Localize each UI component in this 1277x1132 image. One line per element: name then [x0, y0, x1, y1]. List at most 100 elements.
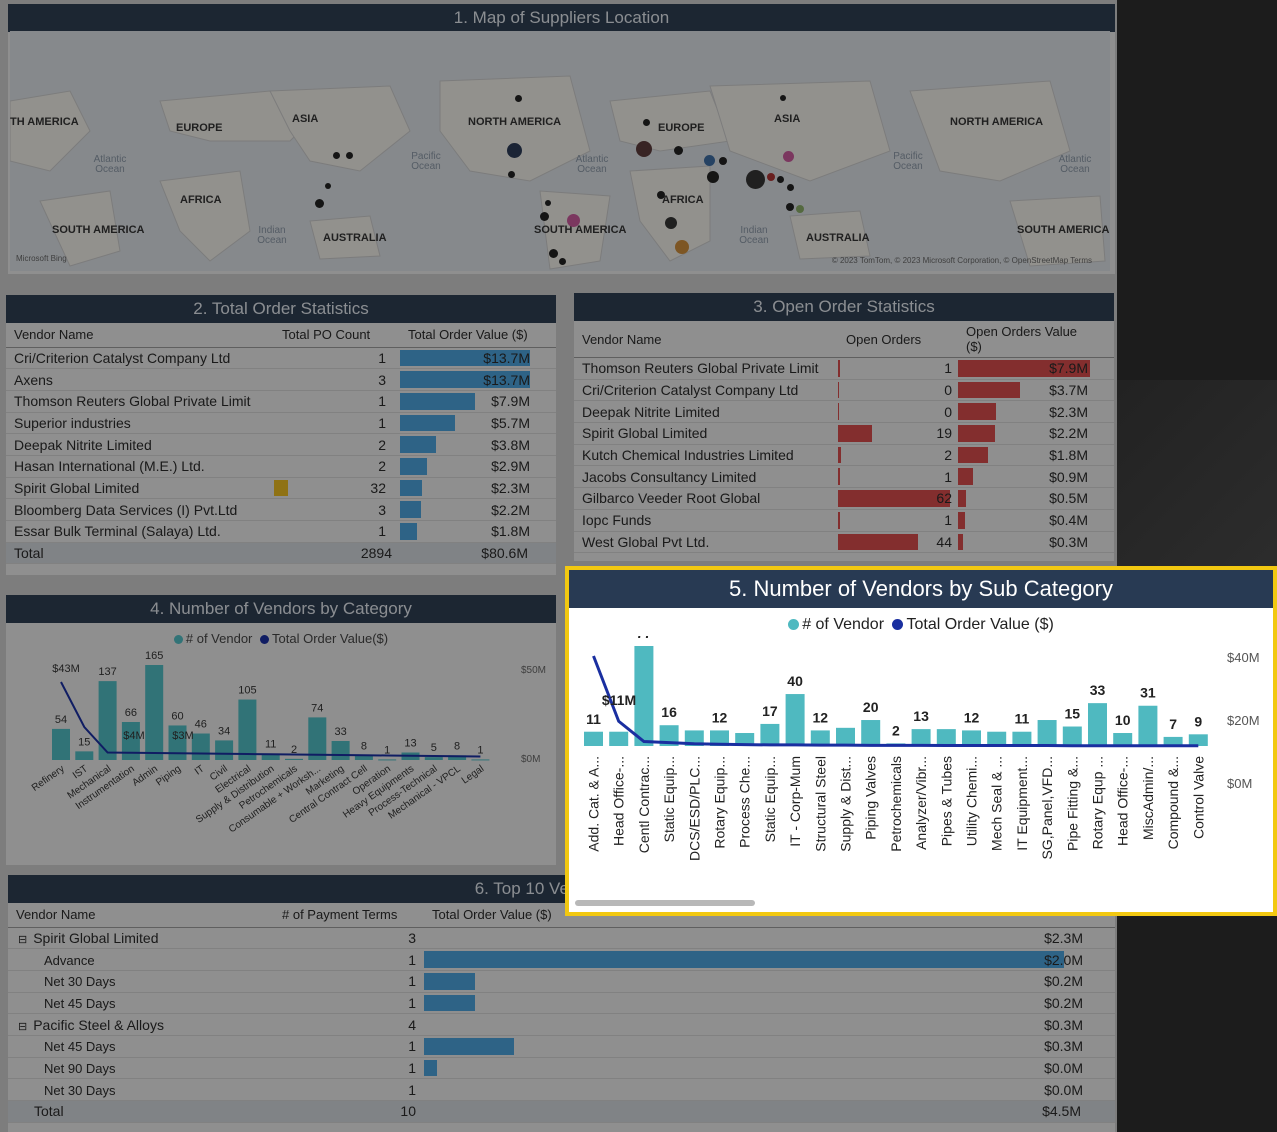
table-row[interactable]: Net 45 Days 1 $0.2M — [8, 992, 1115, 1015]
chart-bar[interactable] — [424, 757, 443, 760]
chart-bar[interactable] — [1088, 703, 1107, 746]
chart-bar[interactable] — [98, 681, 117, 760]
column-header[interactable]: Open Orders — [838, 321, 958, 358]
map-pin[interactable] — [675, 240, 689, 254]
chart-bar[interactable] — [308, 717, 327, 760]
chart-bar[interactable] — [1188, 734, 1208, 746]
chart-bar[interactable] — [1062, 726, 1082, 746]
table-row[interactable]: Gilbarco Veeder Root Global 62 $0.5M — [574, 487, 1114, 510]
chart-bar[interactable] — [145, 665, 164, 760]
map-pin[interactable] — [787, 184, 794, 191]
map-pin[interactable] — [704, 155, 715, 166]
sub-category-chart[interactable]: Add. Cat. & A... Head Office-... Centl Con… — [569, 636, 1273, 911]
table-row[interactable]: Bloomberg Data Services (I) Pvt.Ltd 3 $2.2… — [6, 498, 556, 521]
map-pin[interactable] — [333, 152, 340, 159]
map-pin[interactable] — [507, 143, 522, 158]
column-header[interactable]: Total PO Count — [274, 323, 400, 348]
map-pin[interactable] — [636, 141, 652, 157]
chart-bar[interactable] — [285, 758, 303, 760]
table-row[interactable]: West Global Pvt Ltd. 44 $0.3M — [574, 531, 1114, 554]
chart-bar[interactable] — [1012, 731, 1032, 746]
chart-bar[interactable] — [378, 759, 397, 761]
chart-bar[interactable] — [836, 727, 855, 746]
map-copyright[interactable]: © 2023 TomTom, © 2023 Microsoft Corporat… — [832, 256, 1092, 265]
map-pin[interactable] — [346, 152, 353, 159]
chart-bar[interactable] — [760, 723, 780, 746]
table-row[interactable]: Thomson Reuters Global Private Limit 1 $7.… — [6, 390, 556, 413]
chart-bar[interactable] — [987, 731, 1007, 746]
column-header[interactable]: Vendor Name — [574, 321, 838, 358]
table-row[interactable]: Deepak Nitrite Limited 0 $2.3M — [574, 400, 1114, 424]
chart-bar[interactable] — [962, 730, 981, 746]
map-pin[interactable] — [783, 151, 794, 162]
map-pin[interactable] — [657, 191, 665, 199]
table-row[interactable]: Jacobs Consultancy Limited 1 $0.9M — [574, 465, 1114, 489]
vendors-category-chart[interactable]: 54Refinery15IST137Mechanical66Instrument… — [6, 647, 556, 862]
map-pin[interactable] — [665, 217, 677, 229]
table-row[interactable]: Hasan International (M.E.) Ltd. 2 $2.9M — [6, 455, 556, 478]
map-pin[interactable] — [540, 212, 549, 221]
chart-bar[interactable] — [584, 731, 603, 746]
column-header[interactable]: Vendor Name — [8, 903, 274, 928]
group-row[interactable]: ⊟ Pacific Steel & Alloys 4 $0.3M — [8, 1013, 1115, 1036]
chart-bar[interactable] — [861, 720, 881, 746]
map-pin[interactable] — [643, 119, 650, 126]
chart-bar[interactable] — [331, 741, 350, 760]
map-pin[interactable] — [567, 214, 580, 227]
table-row[interactable]: Net 30 Days 1 $0.0M — [8, 1078, 1115, 1101]
table-row[interactable]: Superior industries 1 $5.7M — [6, 412, 556, 435]
table-row[interactable]: Kutch Chemical Industries Limited 2 $1.8M — [574, 444, 1114, 467]
table-row[interactable]: Axens 3 $13.7M — [6, 368, 556, 391]
chart-bar[interactable] — [215, 740, 234, 760]
chart-bar[interactable] — [238, 699, 257, 760]
map-pin[interactable] — [325, 183, 331, 189]
chart-bar[interactable] — [471, 759, 490, 761]
map-pin[interactable] — [549, 249, 558, 258]
table-row[interactable]: Spirit Global Limited 19 $2.2M — [574, 422, 1114, 445]
column-header[interactable]: # of Payment Terms — [274, 903, 424, 928]
table-row[interactable]: Essar Bulk Terminal (Salaya) Ltd. 1 $1.8M — [6, 520, 556, 543]
chart-bar[interactable] — [1037, 720, 1057, 746]
column-header[interactable]: Open Orders Value ($) — [958, 321, 1094, 358]
table-row[interactable]: Cri/Criterion Catalyst Company Ltd 1 $13.7… — [6, 347, 556, 370]
column-header[interactable]: Total Order Value ($) — [400, 323, 536, 348]
map-pin[interactable] — [796, 205, 804, 213]
map-pin[interactable] — [559, 258, 566, 265]
collapse-icon[interactable]: ⊟ — [18, 1021, 27, 1033]
map-pin[interactable] — [786, 203, 794, 211]
column-header[interactable]: Vendor Name — [6, 323, 274, 348]
chart-bar[interactable] — [911, 729, 931, 746]
chart-bar[interactable] — [52, 728, 70, 760]
chart-bar[interactable] — [1138, 705, 1158, 746]
chart-bar[interactable] — [191, 733, 210, 760]
table-row[interactable]: Advance 1 $2.0M — [8, 948, 1115, 971]
map-pin[interactable] — [777, 176, 784, 183]
map-pin[interactable] — [545, 200, 551, 206]
group-row[interactable]: ⊟ Spirit Global Limited 3 $2.3M — [8, 927, 1115, 950]
supplier-map[interactable]: TH AMERICA EUROPE ASIA AFRICA SOUTH AMER… — [10, 31, 1110, 271]
chart-bar[interactable] — [936, 729, 956, 746]
table-row[interactable]: Thomson Reuters Global Private Limit 1 $7.… — [574, 357, 1114, 380]
collapse-icon[interactable]: ⊟ — [18, 934, 27, 946]
map-pin[interactable] — [746, 170, 765, 189]
table-row[interactable]: Net 45 Days 1 $0.3M — [8, 1035, 1115, 1058]
table-row[interactable]: Net 30 Days 1 $0.2M — [8, 970, 1115, 993]
map-pin[interactable] — [515, 95, 522, 102]
map-pin[interactable] — [767, 173, 775, 181]
chart-bar[interactable] — [609, 731, 629, 746]
chart-bar[interactable] — [75, 751, 94, 760]
map-pin[interactable] — [780, 95, 786, 101]
horizontal-scrollbar[interactable] — [575, 900, 755, 906]
chart-bar[interactable] — [1113, 733, 1133, 746]
table-row[interactable]: Spirit Global Limited 32 $2.3M — [6, 477, 556, 500]
table-row[interactable]: Iopc Funds 1 $0.4M — [574, 509, 1114, 532]
chart-bar[interactable] — [785, 694, 805, 746]
map-pin[interactable] — [508, 171, 515, 178]
map-pin[interactable] — [719, 157, 727, 165]
chart-bar[interactable] — [634, 646, 654, 746]
map-pin[interactable] — [674, 146, 683, 155]
table-row[interactable]: Net 90 Days 1 $0.0M — [8, 1057, 1115, 1080]
table-row[interactable]: Cri/Criterion Catalyst Company Ltd 0 $3.7M — [574, 379, 1114, 402]
table-row[interactable]: Deepak Nitrite Limited 2 $3.8M — [6, 433, 556, 456]
map-pin[interactable] — [707, 171, 719, 183]
